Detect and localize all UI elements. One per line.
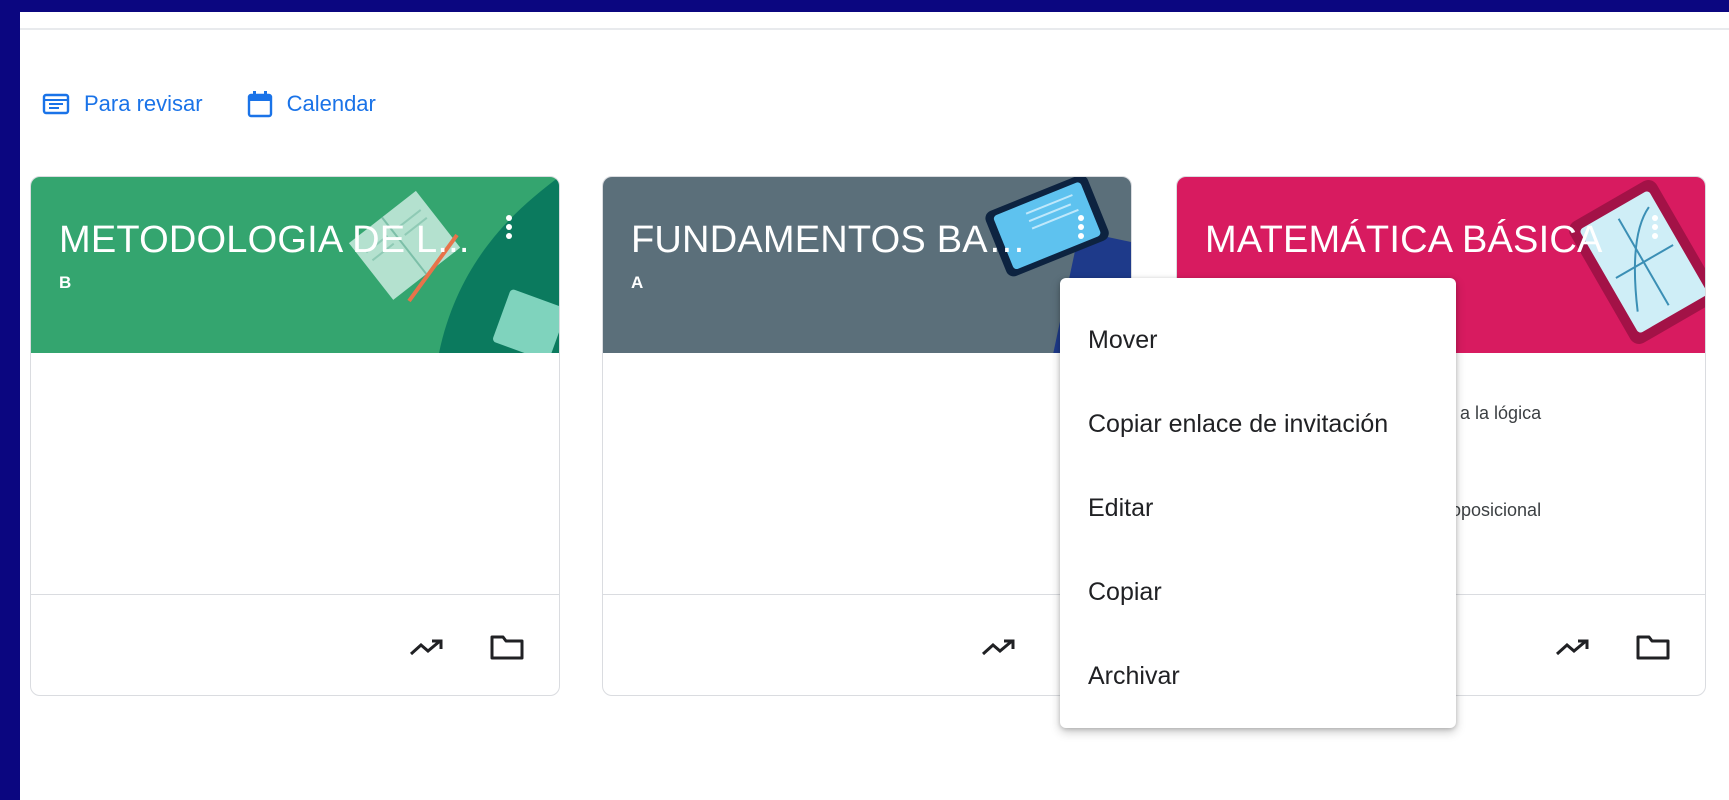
menu-item-archive[interactable]: Archivar [1060,634,1456,718]
menu-item-copy-invite-link[interactable]: Copiar enlace de invitación [1060,382,1456,466]
to-review-link[interactable]: Para revisar [42,91,203,117]
menu-item-copy[interactable]: Copiar [1060,550,1456,634]
card-body [31,353,559,595]
card-body [603,353,1131,595]
calendar-icon [247,90,273,118]
calendar-label: Calendar [286,91,376,116]
more-vert-icon[interactable] [487,205,531,249]
card-header[interactable]: FUNDAMENTOS BASI... A [603,177,1131,353]
assignment-folder-icon [42,92,70,116]
folder-icon[interactable] [1633,629,1673,665]
more-vert-icon[interactable] [1059,205,1103,249]
trending-up-icon[interactable] [979,629,1019,665]
card-section: B [59,273,72,292]
more-vert-icon[interactable] [1633,205,1677,249]
folder-icon[interactable] [487,629,527,665]
card-section: A [631,273,644,292]
menu-item-edit[interactable]: Editar [1060,466,1456,550]
card-illustration [1569,180,1705,344]
card-title[interactable]: MATEMÁTICA BÁSICA [1205,219,1603,262]
to-review-label: Para revisar [84,91,203,116]
class-card[interactable]: METODOLOGIA DE L... B [30,176,560,696]
quick-links: Para revisar Calendar [42,90,376,118]
card-footer [603,595,1131,695]
card-footer [31,595,559,695]
classroom-page: Para revisar Calendar METODOLOGIA DE L..… [20,12,1729,800]
calendar-link[interactable]: Calendar [247,90,376,118]
menu-item-move[interactable]: Mover [1060,298,1456,382]
header-divider [20,28,1729,30]
card-header[interactable]: METODOLOGIA DE L... B [31,177,559,353]
trending-up-icon[interactable] [407,629,447,665]
class-card[interactable]: FUNDAMENTOS BASI... A [602,176,1132,696]
card-title[interactable]: METODOLOGIA DE L... [59,219,470,262]
card-illustration [348,177,559,353]
card-title[interactable]: FUNDAMENTOS BASI... [631,219,1051,262]
class-options-menu: Mover Copiar enlace de invitación Editar… [1060,278,1456,728]
trending-up-icon[interactable] [1553,629,1593,665]
